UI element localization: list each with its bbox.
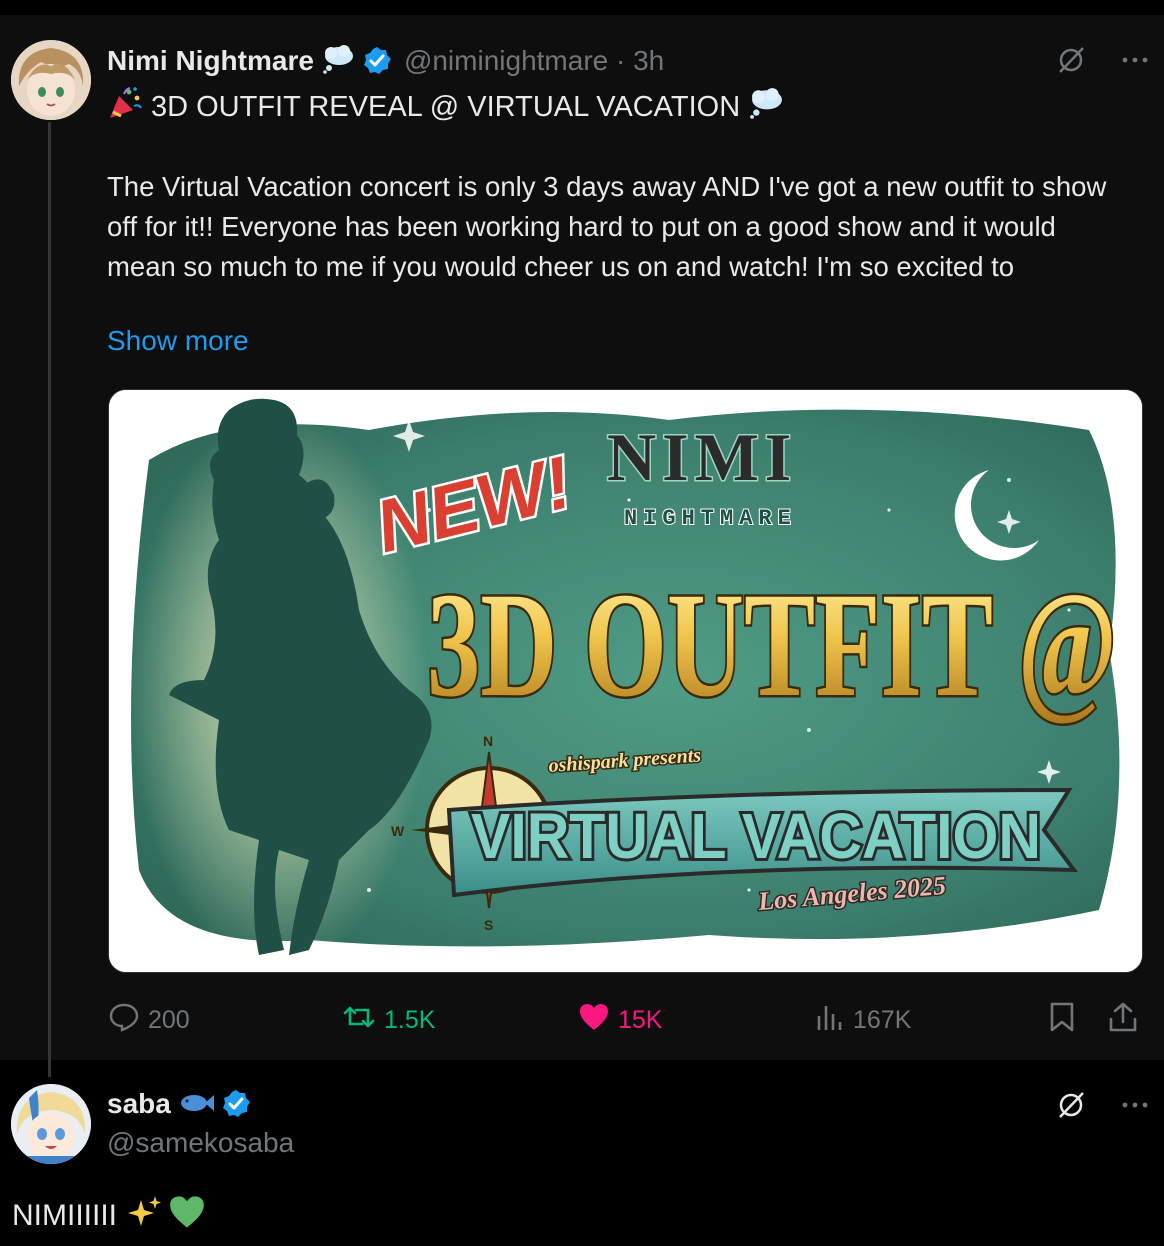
avatar[interactable] xyxy=(11,40,91,120)
heart-icon xyxy=(578,1002,610,1039)
bookmark-icon[interactable] xyxy=(1048,1001,1076,1040)
post-corner-actions xyxy=(1056,45,1150,80)
thought-balloon-icon xyxy=(322,44,356,79)
repost-action[interactable]: 1.5K xyxy=(342,1000,435,1040)
image-logo-bottom: NIGHTMARE xyxy=(624,506,797,531)
share-action[interactable] xyxy=(1108,1000,1138,1040)
sparkles-icon xyxy=(127,1194,163,1238)
reply-author-row: saba xyxy=(107,1086,251,1122)
green-heart-icon xyxy=(167,1194,207,1238)
reply-author-handle[interactable]: @samekosaba xyxy=(107,1127,294,1159)
like-count: 15K xyxy=(618,1005,663,1034)
repost-count: 1.5K xyxy=(384,1005,436,1034)
author-name[interactable]: Nimi Nightmare xyxy=(107,45,314,77)
reply-author-name[interactable]: saba xyxy=(107,1088,171,1120)
verified-badge-icon[interactable] xyxy=(221,1089,251,1119)
views-icon xyxy=(815,1002,845,1039)
image-logo-top: NIMI xyxy=(607,419,797,495)
fish-icon xyxy=(179,1089,215,1120)
views-count: 167K xyxy=(853,1005,912,1034)
grok-icon[interactable] xyxy=(1056,45,1086,80)
show-more-link[interactable]: Show more xyxy=(107,325,249,357)
repost-icon xyxy=(342,1002,376,1039)
image-compass-n: N xyxy=(483,733,493,749)
image-compass-s: S xyxy=(484,917,493,933)
thought-balloon-icon xyxy=(748,87,786,127)
image-headline: 3D OUTFIT @ xyxy=(427,562,1117,728)
reply-corner-actions xyxy=(1056,1090,1150,1125)
post-title-line: 3D OUTFIT REVEAL @ VIRTUAL VACATION xyxy=(107,86,786,128)
grok-icon[interactable] xyxy=(1056,1090,1086,1125)
post-body: The Virtual Vacation concert is only 3 d… xyxy=(107,171,1107,282)
reply-count: 200 xyxy=(148,1005,190,1034)
share-icon[interactable] xyxy=(1108,1001,1138,1040)
image-event: VIRTUAL VACATION xyxy=(471,800,1041,872)
author-row: Nimi Nightmare @niminightmare · 3h xyxy=(107,42,664,80)
reply-text: NIMIIIIII xyxy=(12,1199,117,1232)
avatar[interactable] xyxy=(11,1084,91,1164)
reply-icon xyxy=(108,1002,140,1039)
author-handle-time[interactable]: @niminightmare · 3h xyxy=(404,45,664,77)
thread-line xyxy=(48,122,51,1077)
image-compass-w: W xyxy=(391,823,405,839)
post-title: 3D OUTFIT REVEAL @ VIRTUAL VACATION xyxy=(151,90,741,123)
bookmark-action[interactable] xyxy=(1048,1000,1076,1040)
more-options-icon[interactable] xyxy=(1120,1090,1150,1125)
reply-body: NIMIIIIII xyxy=(12,1194,207,1238)
more-options-icon[interactable] xyxy=(1120,45,1150,80)
verified-badge-icon[interactable] xyxy=(362,46,392,76)
post-image[interactable]: NEW! NIMI NIGHTMARE 3D OUTFIT @ N S W os… xyxy=(108,389,1143,973)
reply-action[interactable]: 200 xyxy=(108,1000,190,1040)
views-action[interactable]: 167K xyxy=(815,1000,911,1040)
like-action[interactable]: 15K xyxy=(578,1000,662,1040)
party-popper-icon xyxy=(107,86,143,128)
